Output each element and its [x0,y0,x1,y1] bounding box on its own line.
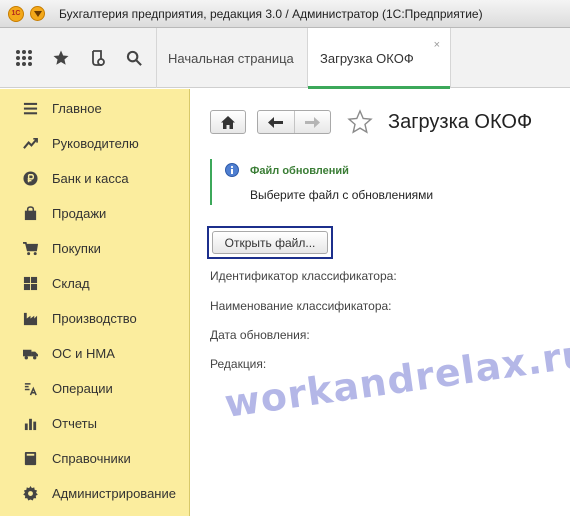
update-date-label: Дата обновления: [210,328,310,342]
history-icon[interactable] [79,28,116,88]
sidebar-item-label: Справочники [52,451,131,466]
tab-label: Начальная страница [168,50,294,66]
sidebar-item-label: ОС и НМА [52,346,115,361]
arrow-right-icon [304,116,320,128]
sidebar-item-purchases[interactable]: Покупки [0,231,190,266]
favorite-star-icon[interactable] [347,109,373,135]
operations-icon [22,381,38,397]
window-title: Бухгалтерия предприятия, редакция 3.0 / … [59,6,483,21]
tab-label: Загрузка ОКОФ [320,50,414,66]
classifier-name-label: Наименование классификатора: [210,299,392,313]
home-icon [221,115,235,129]
sidebar-item-label: Главное [52,101,102,116]
sidebar-item-manager[interactable]: Руководителю [0,126,190,161]
info-message: Файл обновлений Выберите файл с обновлен… [210,159,460,205]
sidebar-item-reports[interactable]: Отчеты [0,406,190,441]
classifier-id-label: Идентификатор классификатора: [210,269,397,283]
toolbar [0,28,156,88]
info-icon [225,163,239,177]
history-navigation [257,110,331,134]
shopping-cart-icon [22,241,38,257]
sidebar-item-label: Администрирование [52,486,176,501]
sidebar-item-label: Отчеты [52,416,97,431]
sidebar-item-administration[interactable]: Администрирование [0,476,190,511]
bar-chart-icon [22,416,38,432]
info-title: Файл обновлений [250,165,349,177]
sections-sidebar: Главное Руководителю Банк и касса Продаж… [0,89,190,516]
sidebar-item-sales[interactable]: Продажи [0,196,190,231]
sidebar-item-production[interactable]: Производство [0,301,190,336]
search-icon[interactable] [116,28,153,88]
trend-chart-icon [22,136,38,152]
open-file-focus-frame: Открыть файл... [207,226,333,259]
sidebar-item-fixed-assets[interactable]: ОС и НМА [0,336,190,371]
sidebar-item-label: Производство [52,311,137,326]
page-title: Загрузка ОКОФ [388,111,533,133]
tab-okof-import[interactable]: Загрузка ОКОФ × [307,28,451,89]
edition-label: Редакция: [210,357,267,371]
shopping-bag-icon [22,206,38,222]
sidebar-item-operations[interactable]: Операции [0,371,190,406]
sidebar-item-label: Банк и касса [52,171,129,186]
app-logo-icon[interactable]: 1С [8,5,24,22]
book-icon [22,451,38,467]
favorites-star-icon[interactable] [42,28,79,88]
gear-icon [22,486,38,502]
sidebar-item-label: Покупки [52,241,101,256]
sidebar-item-label: Операции [52,381,113,396]
apps-grid-icon[interactable] [5,28,42,88]
sidebar-item-label: Продажи [52,206,107,221]
menu-lines-icon [22,101,38,117]
truck-icon [22,346,38,362]
arrow-left-icon [268,116,284,128]
factory-icon [22,311,38,327]
warehouse-boxes-icon [22,276,38,292]
info-text: Выберите файл с обновлениями [250,188,434,202]
open-file-button[interactable]: Открыть файл... [212,231,328,254]
sidebar-item-label: Руководителю [52,136,139,151]
sidebar-item-warehouse[interactable]: Склад [0,266,190,301]
ruble-coin-icon [22,171,38,187]
form-content: Загрузка ОКОФ Файл обновлений Выберите ф… [191,89,570,516]
sidebar-item-catalogs[interactable]: Справочники [0,441,190,476]
sidebar-item-label: Склад [52,276,90,291]
home-button[interactable] [210,110,246,134]
sidebar-item-bank[interactable]: Банк и касса [0,161,190,196]
close-icon[interactable]: × [434,39,440,51]
back-button[interactable] [258,111,294,133]
window-titlebar: 1С Бухгалтерия предприятия, редакция 3.0… [0,0,570,28]
main-menu-dropdown-icon[interactable] [30,6,45,21]
sidebar-item-main[interactable]: Главное [0,91,190,126]
tab-home-page[interactable]: Начальная страница [157,28,307,88]
forward-button[interactable] [293,111,330,133]
top-panel: Начальная страница Загрузка ОКОФ × [0,28,570,89]
